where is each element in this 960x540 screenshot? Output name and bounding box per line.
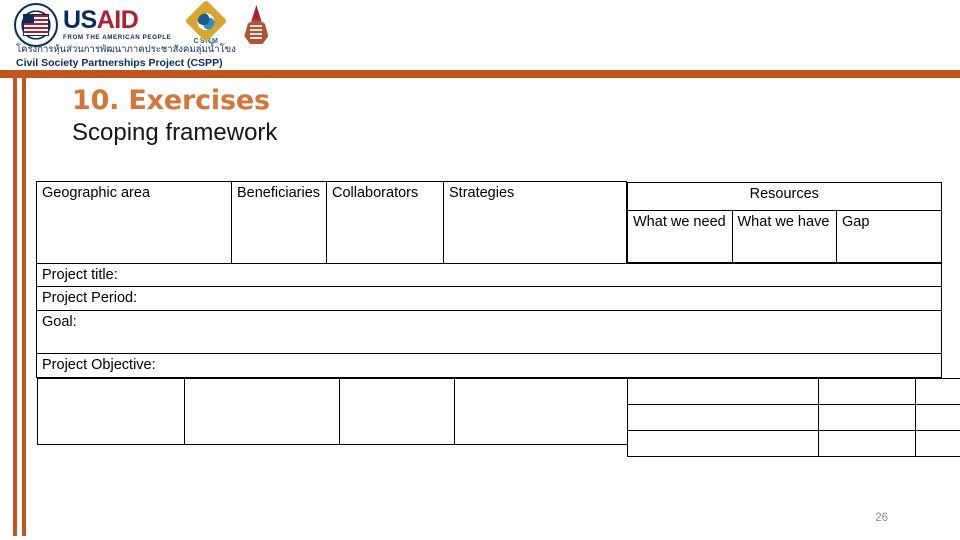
body-cell-what-we-have-3[interactable]	[817, 429, 916, 457]
header-cell-gap: Gap	[836, 209, 942, 263]
brand-text-block: โครงการหุ้นส่วนการพัฒนาภาคประชาสังคมลุ่ม…	[16, 44, 236, 70]
resources-header-table: Resources What we need What we have Gap	[627, 181, 942, 263]
body-cell-beneficiaries[interactable]	[183, 377, 340, 445]
header-cell-beneficiaries: Beneficiaries	[231, 181, 327, 264]
body-cell-what-we-need-2[interactable]	[626, 403, 819, 431]
table-row-project-objective: Project Objective:	[36, 352, 942, 378]
header-cell-strategies: Strategies	[443, 181, 627, 264]
table-row-goal: Goal:	[36, 309, 942, 354]
usaid-name-us: US	[63, 6, 97, 35]
body-cell-collaborators[interactable]	[338, 377, 455, 445]
resources-subheader-row: What we need What we have Gap	[627, 209, 942, 263]
left-rail-inner	[22, 70, 26, 536]
slide-header-branding: USAID FROM THE AMERICAN PEOPLE CSNM โครง…	[0, 0, 960, 72]
project-name-english: Civil Society Partnerships Project (CSPP…	[16, 56, 223, 69]
body-cell-gap-1[interactable]	[914, 377, 960, 405]
body-resources-table	[626, 377, 960, 457]
left-rail-outer	[13, 70, 17, 536]
resources-title-row: Resources	[627, 181, 942, 211]
body-cell-gap-3[interactable]	[914, 429, 960, 457]
csnm-logo: CSNM	[185, 0, 228, 45]
usaid-seal-icon	[14, 3, 58, 47]
body-left-table	[36, 377, 628, 445]
table-row-project-title: Project title:	[36, 262, 942, 288]
thai-royal-emblem-icon	[243, 5, 269, 45]
row-label-project-period: Project Period:	[36, 286, 942, 311]
header-cell-collaborators: Collaborators	[326, 181, 444, 264]
body-resources-group	[626, 377, 960, 457]
usaid-name: USAID	[63, 8, 171, 33]
table-header-row: Geographic area Beneficiaries Collaborat…	[36, 181, 942, 264]
table-row-body-blank	[36, 377, 960, 457]
row-label-goal: Goal:	[36, 309, 942, 354]
page-subtitle: Scoping framework	[72, 119, 278, 146]
body-cell-what-we-need-3[interactable]	[626, 429, 819, 457]
accent-band	[0, 70, 960, 78]
header-cell-geographic-area: Geographic area	[36, 181, 232, 264]
project-name-thai: โครงการหุ้นส่วนการพัฒนาภาคประชาสังคมลุ่ม…	[16, 44, 236, 55]
body-left-row	[36, 377, 628, 445]
body-cell-what-we-have-2[interactable]	[817, 403, 916, 431]
body-resources-row-3	[626, 429, 960, 457]
body-cell-what-we-need-1[interactable]	[626, 377, 819, 405]
logo-row: USAID FROM THE AMERICAN PEOPLE CSNM	[14, 0, 269, 47]
body-left-group	[36, 377, 628, 457]
body-cell-geographic-area[interactable]	[36, 377, 185, 445]
body-cell-strategies[interactable]	[453, 377, 628, 445]
row-label-project-objective: Project Objective:	[36, 352, 942, 378]
body-cell-gap-2[interactable]	[914, 403, 960, 431]
body-cell-what-we-have-1[interactable]	[817, 377, 916, 405]
table-row-project-period: Project Period:	[36, 286, 942, 311]
header-cell-what-we-have: What we have	[731, 209, 837, 263]
page-number: 26	[875, 512, 888, 524]
usaid-wordmark: USAID FROM THE AMERICAN PEOPLE	[63, 8, 171, 41]
body-resources-row-1	[626, 377, 960, 405]
body-resources-row-2	[626, 403, 960, 431]
usaid-name-aid: AID	[96, 6, 139, 35]
page-title: 10. Exercises	[72, 85, 270, 116]
usaid-logo: USAID FROM THE AMERICAN PEOPLE	[14, 3, 171, 47]
csnm-diamond-icon	[185, 0, 228, 42]
scoping-framework-table: Geographic area Beneficiaries Collaborat…	[36, 181, 960, 457]
header-cell-resources-group: Resources What we need What we have Gap	[626, 181, 942, 263]
header-cell-what-we-need: What we need	[627, 209, 733, 263]
header-cell-resources: Resources	[627, 181, 942, 211]
row-label-project-title: Project title:	[36, 262, 942, 288]
usaid-tagline: FROM THE AMERICAN PEOPLE	[63, 34, 172, 42]
